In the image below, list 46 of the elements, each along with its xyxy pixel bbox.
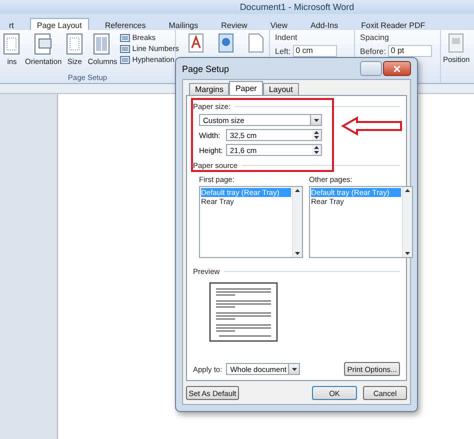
callout-arrow [341,116,403,136]
small-page-icon [120,34,130,42]
dialog-tab[interactable]: Margins [189,83,230,95]
scrollbar[interactable] [292,187,302,257]
scrollbar[interactable] [402,187,412,257]
small-page-icon [120,44,130,52]
small-page-icon [120,56,130,64]
scroll-down-icon[interactable] [295,252,300,255]
field-label: Before: [360,46,386,56]
spin-down-icon[interactable] [314,151,319,154]
ribbon-tab[interactable]: Mailings [162,18,206,30]
group-label: Indent [275,33,298,42]
dialog-tab[interactable]: Layout [262,83,299,95]
dialog-tab[interactable]: Paper [229,81,263,95]
ribbon-tab[interactable]: Foxit Reader PDF [354,18,432,30]
ribbon-tab[interactable]: View [263,18,295,30]
scroll-up-icon[interactable] [295,189,300,192]
ribbon-tab[interactable]: References [98,18,153,30]
spin-up-icon[interactable] [314,131,319,134]
spin-down-icon[interactable] [314,136,319,139]
page-preview-drawing [209,282,279,343]
ribbon-tab[interactable]: rt [2,18,21,30]
field-label: Left: [275,46,291,56]
scroll-down-icon[interactable] [405,252,410,255]
scroll-up-icon[interactable] [405,189,410,192]
ribbon-tab[interactable]: Page Layout [30,18,89,30]
dropdown-icon[interactable] [292,368,297,370]
dropdown-icon[interactable] [314,118,318,122]
close-button[interactable] [383,61,411,76]
spin-up-icon[interactable] [314,146,319,149]
orientation-icon [33,33,54,55]
page-size-icon [64,33,85,55]
position-icon [448,33,464,53]
help-button[interactable] [360,61,382,76]
text-style-icon[interactable] [188,33,204,53]
indent-field[interactable]: 0 cm [292,45,337,57]
close-icon [394,66,400,72]
page-icon[interactable] [248,33,264,53]
dialog-title: Page Setup [182,64,230,74]
ribbon-tab[interactable]: Add-Ins [304,18,346,30]
spacing-field[interactable]: 0 pt [388,45,432,57]
columns-icon [92,33,112,55]
group-label: Spacing [360,33,390,42]
ribbon-tab[interactable]: Review [214,18,254,30]
page-color-icon[interactable] [218,33,234,53]
window-title: Document1 - Microsoft Word [240,2,354,12]
